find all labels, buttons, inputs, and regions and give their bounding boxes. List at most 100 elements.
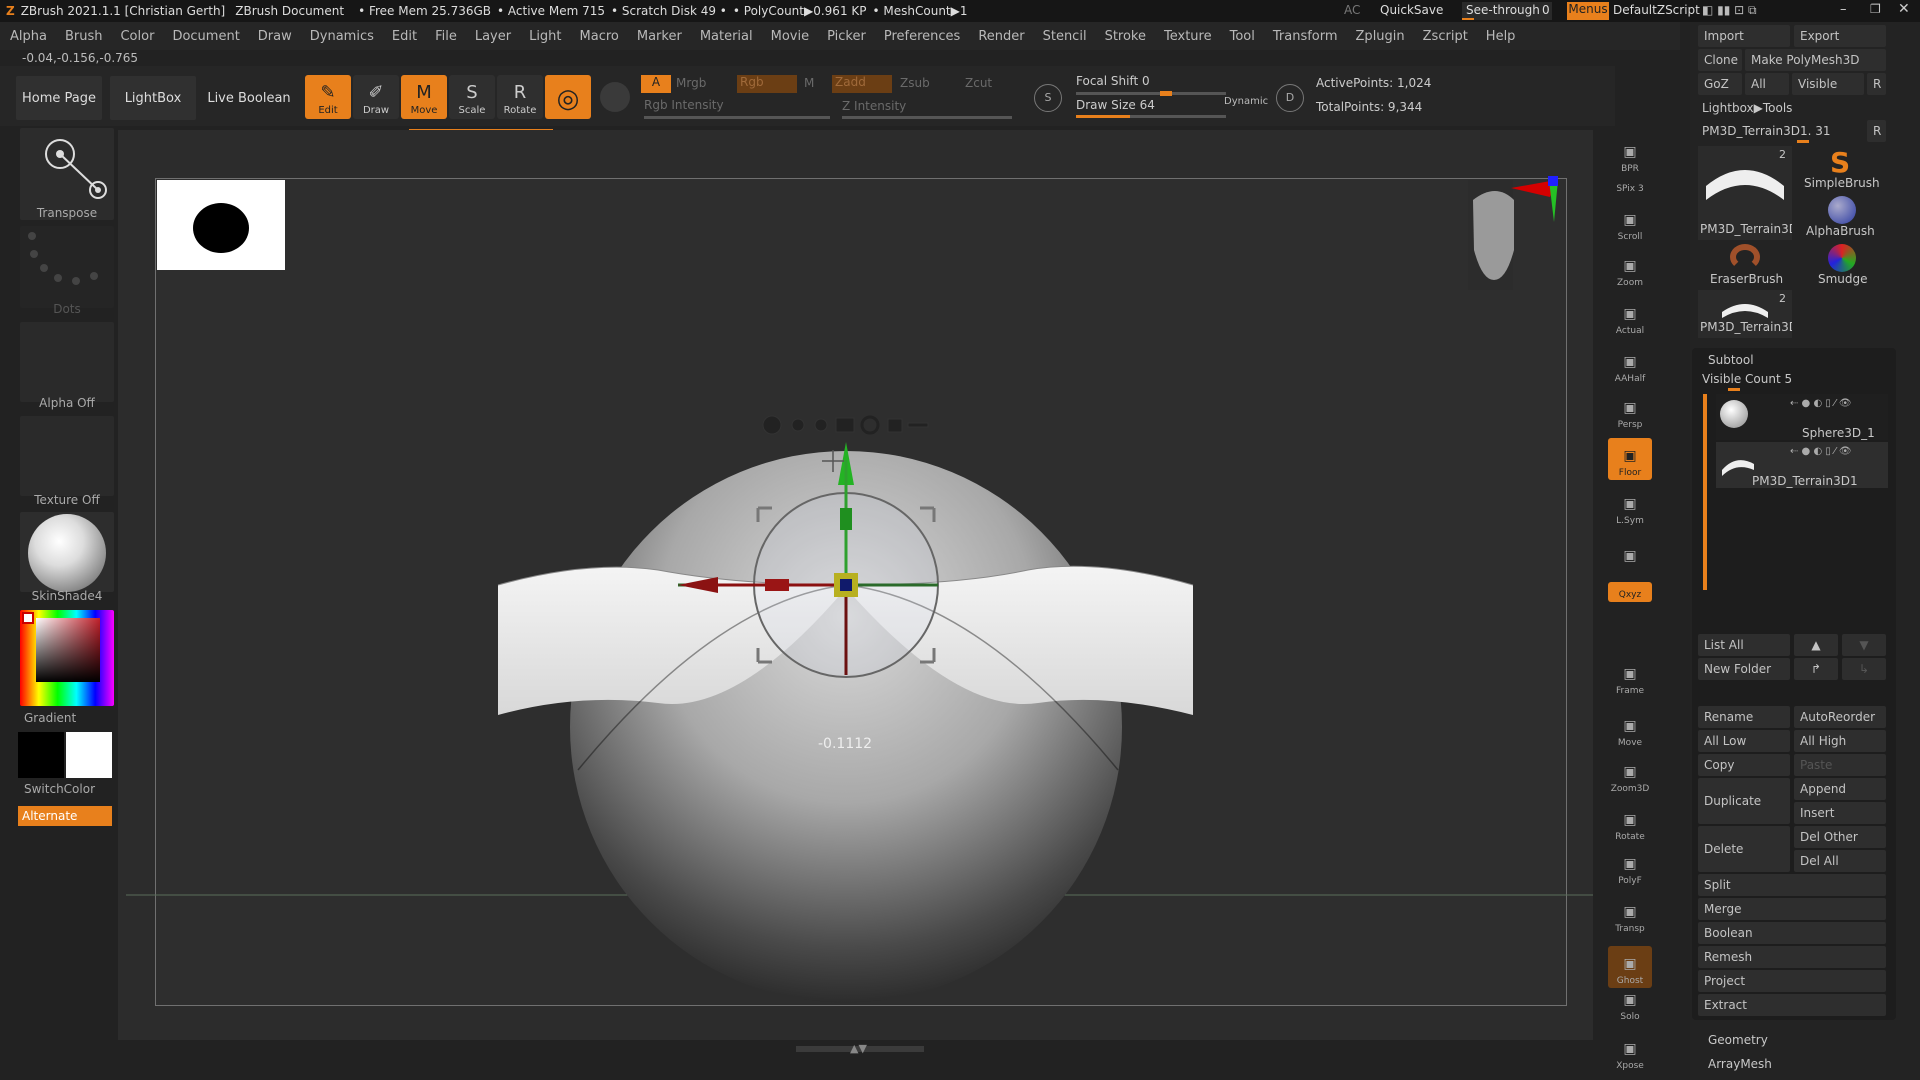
shelf-button[interactable] [1608,606,1652,626]
menu-item[interactable]: Picker [827,29,866,44]
visible-count-slider[interactable]: Visible Count 5 [1702,372,1792,386]
menu-item[interactable]: Stroke [1105,29,1146,44]
subtool-toggles-icon[interactable]: ⇠ ● ◐ ▯ ⁄ 👁 [1790,398,1852,409]
gizmo-pin-icon[interactable] [791,418,805,432]
import-button[interactable]: Import [1698,25,1790,47]
export-button[interactable]: Export [1794,25,1886,47]
menu-item[interactable]: Zplugin [1356,29,1405,44]
shelf-button[interactable]: ▣ AAHalf [1608,344,1652,386]
insert-button[interactable]: Insert [1794,802,1886,824]
shelf-button[interactable]: ▣ Rotate [1608,802,1652,844]
tool-slot-eraserbrush[interactable]: EraserBrush [1698,242,1792,290]
menu-item[interactable]: Help [1486,29,1516,44]
collapse-arrows-icon[interactable]: ▲▼ [850,1042,867,1055]
menu-item[interactable]: Transform [1273,29,1338,44]
all-low-button[interactable]: All Low [1698,730,1790,752]
shelf-button[interactable]: ▣ Zoom [1608,248,1652,290]
menu-item[interactable]: Edit [392,29,417,44]
append-button[interactable]: Append [1794,778,1886,800]
lazy-d-icon[interactable]: D [1276,84,1304,112]
gizmo-center-inner[interactable] [840,579,852,591]
move-button[interactable]: M Move [401,75,447,119]
dynamic-toggle[interactable]: Dynamic [1224,96,1268,107]
tool-slot-terrain-2[interactable]: 2 PM3D_Terrain3D [1698,290,1792,338]
shelf-button[interactable]: ▣ Actual [1608,296,1652,338]
zcut-button[interactable]: Zcut [965,76,992,90]
delete-button[interactable]: Delete [1698,826,1790,872]
subtool-header[interactable]: Subtool [1708,353,1754,367]
rotate-button[interactable]: R Rotate [497,75,543,119]
spotlight-s-icon[interactable]: S [1034,84,1062,112]
menu-item[interactable]: Preferences [884,29,960,44]
shelf-button[interactable]: ▣ L.Sym [1608,486,1652,528]
folder-arrow-icon[interactable]: ↱ [1794,658,1838,680]
alpha-selector[interactable] [20,322,114,402]
boolean-menu[interactable]: Boolean [1698,922,1886,944]
menu-item[interactable]: Alpha [10,29,47,44]
move-down-icon[interactable]: ▼ [1842,634,1886,656]
menu-item[interactable]: Marker [637,29,682,44]
clone-button[interactable]: Clone [1698,49,1742,71]
focal-shift-slider[interactable] [1076,92,1226,95]
remesh-menu[interactable]: Remesh [1698,946,1886,968]
shelf-button[interactable]: ▣ BPR [1608,134,1652,176]
menu-item[interactable]: Layer [475,29,511,44]
duplicate-button[interactable]: Duplicate [1698,778,1790,824]
tool-slot-alphabrush[interactable]: AlphaBrush [1794,194,1888,242]
z-intensity-slider[interactable] [842,116,1012,119]
layout-icons[interactable]: ◧ ▮▮ ⊡ ⧉ [1702,3,1757,18]
project-menu[interactable]: Project [1698,970,1886,992]
edit-button[interactable]: ✎ Edit [305,75,351,119]
gizmo-toolbar[interactable] [762,415,929,435]
shelf-button[interactable]: Qxyz [1608,582,1652,602]
shelf-button[interactable]: ▣ Frame [1608,656,1652,698]
dots-stroke[interactable] [20,226,114,308]
move-up-icon[interactable]: ▲ [1794,634,1838,656]
gizmo-x-handle[interactable] [765,579,789,591]
lightbox-button[interactable]: LightBox [110,76,196,120]
mrgb-button[interactable]: Mrgb [676,76,706,90]
shelf-button[interactable]: ▣ Transp [1608,894,1652,936]
menu-item[interactable]: Color [120,29,154,44]
goz-r-button[interactable]: R [1867,73,1886,95]
shelf-button[interactable]: ▣ [1608,528,1652,570]
merge-menu[interactable]: Merge [1698,898,1886,920]
home-page-button[interactable]: Home Page [16,76,102,120]
shelf-button[interactable] [1608,634,1652,654]
tool-r-button[interactable]: R [1867,120,1886,142]
restore-icon[interactable]: ❐ [1870,2,1881,16]
menus-toggle[interactable]: Menus [1567,2,1609,20]
subtool-item-sphere[interactable]: ⇠ ● ◐ ▯ ⁄ 👁 Sphere3D_1 [1716,394,1888,440]
texture-selector[interactable] [20,416,114,496]
menu-item[interactable]: File [435,29,457,44]
paste-button[interactable]: Paste [1794,754,1886,776]
geometry-section[interactable]: Geometry [1708,1033,1768,1047]
goz-button[interactable]: GoZ [1698,73,1742,95]
rgb-intensity-slider[interactable] [644,116,830,119]
menu-item[interactable]: Tool [1230,29,1255,44]
lightbox-tools-link[interactable]: Lightbox▶Tools [1702,101,1792,115]
secondary-color-swatch[interactable] [66,732,112,778]
shelf-button[interactable]: SPix 3 [1608,176,1652,196]
gizmo-minus-icon[interactable] [907,422,929,428]
alternate-button[interactable]: Alternate [18,806,112,826]
gizmo-settings-icon[interactable] [762,415,782,435]
menu-item[interactable]: Light [529,29,561,44]
scale-button[interactable]: S Scale [449,75,495,119]
shelf-button[interactable]: ▣ Persp [1608,390,1652,432]
gizmo-reset-icon[interactable] [860,415,880,435]
folder-arrow-down-icon[interactable]: ↳ [1842,658,1886,680]
tool-slot-smudge[interactable]: Smudge [1794,242,1888,290]
del-other-button[interactable]: Del Other [1794,826,1886,848]
tool-slot-terrain[interactable]: 2 PM3D_Terrain3D [1698,146,1792,240]
subtool-scrollbar[interactable] [1703,394,1707,590]
primary-color-swatch[interactable] [18,732,64,778]
autoreorder-button[interactable]: AutoReorder [1794,706,1886,728]
menu-item[interactable]: Brush [65,29,103,44]
material-selector[interactable] [20,512,114,592]
zsub-button[interactable]: Zsub [900,76,930,90]
menu-item[interactable]: Macro [580,29,619,44]
gizmo-y-handle[interactable] [840,508,852,530]
extract-menu[interactable]: Extract [1698,994,1886,1016]
shelf-button[interactable]: ▣ Move [1608,708,1652,750]
